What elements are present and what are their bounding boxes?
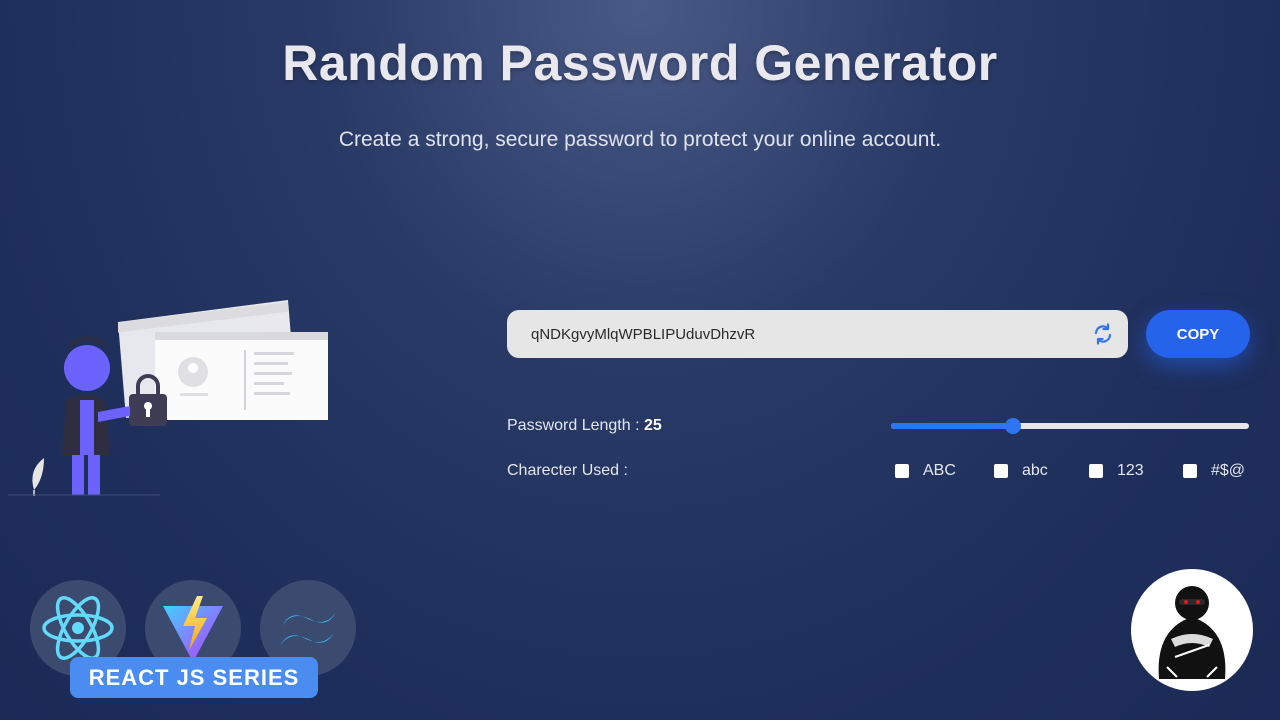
lowercase-label: abc (1022, 462, 1048, 479)
option-lowercase[interactable]: abc (994, 462, 1048, 480)
symbols-label: #$@ (1211, 462, 1246, 479)
option-uppercase[interactable]: ABC (895, 462, 956, 480)
symbols-checkbox[interactable] (1183, 464, 1197, 478)
ninja-avatar (1131, 569, 1253, 691)
numbers-label: 123 (1117, 462, 1144, 479)
numbers-checkbox[interactable] (1089, 464, 1103, 478)
password-length-row: Password Length : 25 (507, 417, 662, 435)
password-length-label: Password Length : (507, 417, 640, 434)
password-output-field[interactable] (507, 310, 1128, 358)
page-title: Random Password Generator (282, 35, 998, 91)
characters-used-label: Charecter Used : (507, 462, 628, 479)
refresh-icon[interactable] (1090, 321, 1116, 347)
uppercase-checkbox[interactable] (895, 464, 909, 478)
option-numbers[interactable]: 123 (1089, 462, 1144, 480)
password-length-value: 25 (643, 417, 662, 434)
slider-fill (891, 423, 1013, 429)
uppercase-label: ABC (923, 462, 956, 479)
slider-thumb[interactable] (1004, 418, 1021, 434)
lowercase-checkbox[interactable] (994, 464, 1008, 478)
copy-button[interactable]: COPY (1146, 310, 1250, 358)
length-slider[interactable] (891, 417, 1249, 435)
series-badge: REACT JS SERIES (70, 657, 318, 698)
security-illustration (8, 300, 328, 496)
page-subtitle: Create a strong, secure password to prot… (338, 128, 942, 151)
password-input[interactable] (529, 324, 1073, 344)
option-symbols[interactable]: #$@ (1183, 462, 1245, 480)
